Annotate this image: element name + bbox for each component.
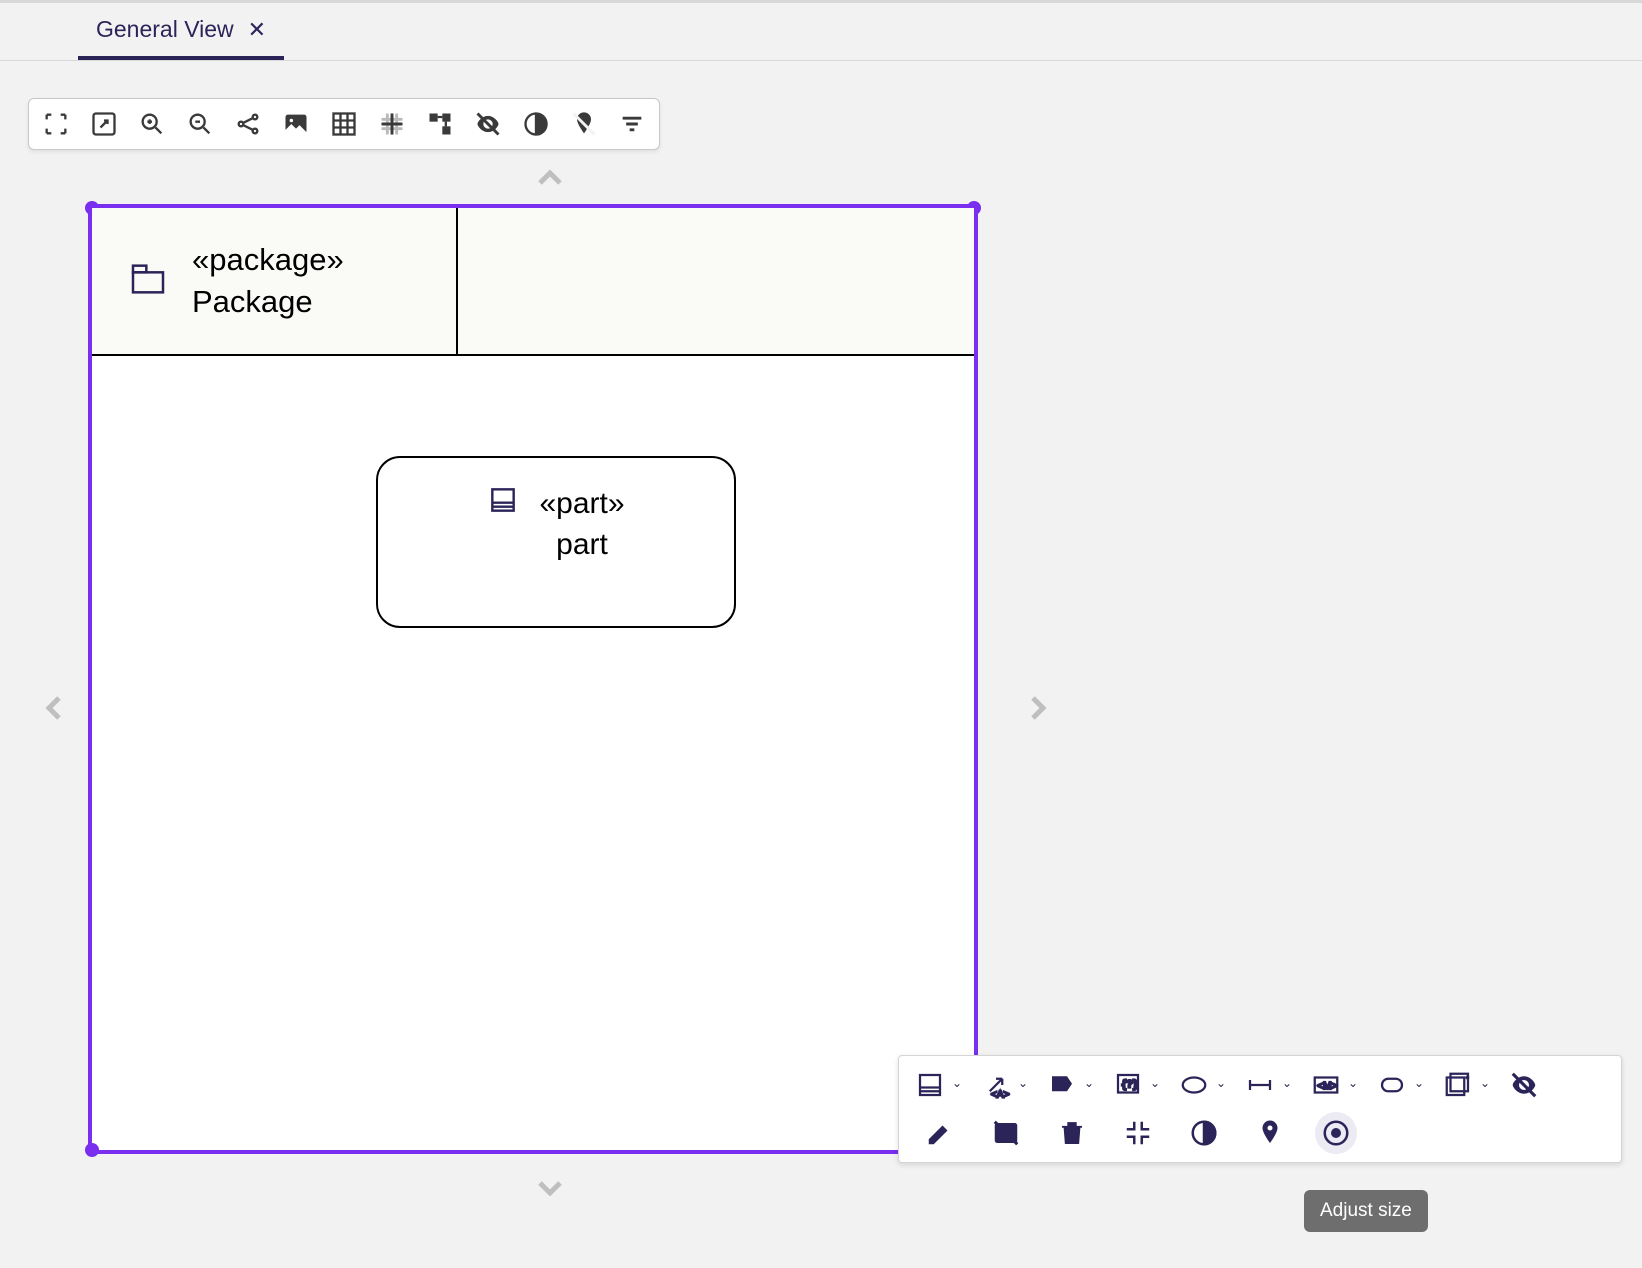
nav-left-icon[interactable] bbox=[34, 688, 74, 733]
snap-icon[interactable] bbox=[373, 105, 411, 143]
svg-text:<A>: <A> bbox=[991, 1090, 1010, 1101]
tooltip: Adjust size bbox=[1304, 1190, 1428, 1232]
nav-up-icon[interactable] bbox=[530, 158, 570, 203]
edit-icon[interactable] bbox=[909, 1112, 971, 1154]
dropdown-caret-icon[interactable]: ⌄ bbox=[1479, 1076, 1491, 1094]
delete-icon[interactable] bbox=[1041, 1112, 1103, 1154]
metadata-icon[interactable]: <M> bbox=[1305, 1064, 1343, 1106]
part-label: «part» part bbox=[539, 484, 624, 565]
part-icon bbox=[487, 484, 519, 521]
doc-icon[interactable]: {?} bbox=[1107, 1064, 1145, 1106]
eye-off-icon[interactable] bbox=[1503, 1064, 1545, 1106]
dropdown-caret-icon[interactable]: ⌄ bbox=[1281, 1076, 1293, 1094]
nav-down-icon[interactable] bbox=[530, 1168, 570, 1213]
package-header-rest bbox=[458, 208, 974, 354]
dropdown-caret-icon[interactable]: ⌄ bbox=[1083, 1076, 1095, 1094]
dropdown-caret-icon[interactable]: ⌄ bbox=[1413, 1076, 1425, 1094]
nav-right-icon[interactable] bbox=[1018, 688, 1058, 733]
fit-to-screen-icon[interactable] bbox=[85, 105, 123, 143]
dropdown-caret-icon[interactable]: ⌄ bbox=[1149, 1076, 1161, 1094]
package-name: Package bbox=[192, 281, 344, 323]
pin-icon[interactable] bbox=[1239, 1112, 1301, 1154]
svg-text:{?}: {?} bbox=[1122, 1079, 1138, 1091]
expand-icon[interactable]: <A> bbox=[975, 1064, 1013, 1106]
contrast-icon[interactable] bbox=[517, 105, 555, 143]
package-stereo: «package» bbox=[192, 239, 344, 281]
ellipse-icon[interactable] bbox=[1173, 1064, 1211, 1106]
dropdown-caret-icon[interactable]: ⌄ bbox=[951, 1076, 963, 1094]
part-name: part bbox=[539, 525, 624, 566]
part-node[interactable]: «part» part bbox=[376, 456, 736, 628]
flag-icon[interactable] bbox=[1041, 1064, 1079, 1106]
palette-row-1: ⌄ <A> ⌄ ⌄ {?} ⌄ ⌄ ⌄ <M> ⌄ ⌄ ⌄ bbox=[909, 1064, 1611, 1106]
svg-text:<M>: <M> bbox=[1317, 1081, 1337, 1092]
tooltip-text: Adjust size bbox=[1320, 1200, 1412, 1221]
fullscreen-icon[interactable] bbox=[37, 105, 75, 143]
part-usage-icon[interactable] bbox=[909, 1064, 947, 1106]
collapse-icon[interactable] bbox=[1107, 1112, 1169, 1154]
add-container-icon[interactable] bbox=[1437, 1064, 1475, 1106]
package-node[interactable]: «package» Package «part» part bbox=[88, 204, 978, 1154]
rounded-rect-icon[interactable] bbox=[1371, 1064, 1409, 1106]
dropdown-caret-icon[interactable]: ⌄ bbox=[1347, 1076, 1359, 1094]
tab-close-icon[interactable]: ✕ bbox=[248, 19, 266, 41]
filter-icon[interactable] bbox=[613, 105, 651, 143]
contrast-icon[interactable] bbox=[1173, 1112, 1235, 1154]
tree-icon[interactable] bbox=[421, 105, 459, 143]
context-palette: ⌄ <A> ⌄ ⌄ {?} ⌄ ⌄ ⌄ <M> ⌄ ⌄ ⌄ bbox=[898, 1055, 1622, 1163]
package-title-tab[interactable]: «package» Package bbox=[92, 208, 458, 354]
dimension-icon[interactable] bbox=[1239, 1064, 1277, 1106]
folder-icon bbox=[128, 259, 168, 304]
package-header: «package» Package bbox=[92, 208, 974, 356]
zoom-out-icon[interactable] bbox=[181, 105, 219, 143]
tab-label: General View bbox=[96, 16, 234, 43]
tab-bar: General View ✕ bbox=[0, 3, 1642, 61]
toolbar-top bbox=[28, 98, 660, 150]
eye-off-icon[interactable] bbox=[469, 105, 507, 143]
palette-row-2 bbox=[909, 1112, 1611, 1154]
image-off-icon[interactable] bbox=[975, 1112, 1037, 1154]
resize-handle-bl[interactable] bbox=[85, 1143, 99, 1157]
package-label: «package» Package bbox=[192, 239, 344, 323]
dropdown-caret-icon[interactable]: ⌄ bbox=[1017, 1076, 1029, 1094]
share-icon[interactable] bbox=[229, 105, 267, 143]
image-icon[interactable] bbox=[277, 105, 315, 143]
tab-general-view[interactable]: General View ✕ bbox=[78, 3, 284, 60]
dropdown-caret-icon[interactable]: ⌄ bbox=[1215, 1076, 1227, 1094]
pin-off-icon[interactable] bbox=[565, 105, 603, 143]
target-icon[interactable] bbox=[1315, 1112, 1357, 1154]
part-stereo: «part» bbox=[539, 484, 624, 525]
zoom-in-icon[interactable] bbox=[133, 105, 171, 143]
grid-icon[interactable] bbox=[325, 105, 363, 143]
